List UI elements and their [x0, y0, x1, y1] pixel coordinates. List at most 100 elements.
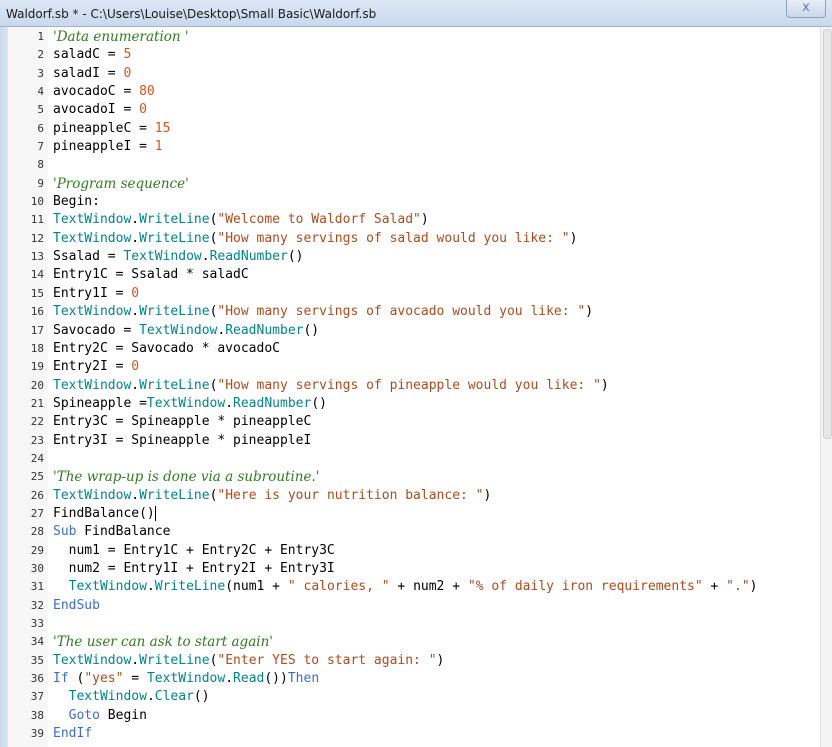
- scrollbar-thumb[interactable]: [823, 29, 832, 439]
- token-object: TextWindow: [146, 671, 226, 687]
- token-plain: (: [68, 671, 85, 687]
- code-text: Entry1C = Ssalad * saladC: [53, 266, 249, 284]
- window-frame-left: [0, 27, 8, 747]
- line-number: 24: [30, 451, 44, 465]
- token-object: TextWindow: [68, 689, 147, 705]
- close-icon: x: [802, 0, 810, 15]
- token-keyword: EndSub: [53, 597, 100, 613]
- code-text: FindBalance(): [53, 505, 156, 523]
- token-object: WriteLine: [154, 579, 226, 595]
- code-text: EndIf: [53, 725, 92, 743]
- token-keyword: Goto: [68, 707, 100, 723]
- token-plain: ): [420, 212, 429, 228]
- token-object: WriteLine: [139, 487, 210, 503]
- code-text: Spineapple =TextWindow.ReadNumber(): [53, 395, 327, 413]
- line-number: 19: [30, 360, 44, 374]
- token-plain: (): [193, 689, 210, 705]
- token-plain: .: [131, 652, 140, 668]
- token-plain: saladC =: [53, 47, 124, 63]
- token-plain: Begin:: [53, 194, 100, 210]
- token-object: ReadNumber: [209, 249, 288, 265]
- token-keyword: Then: [287, 671, 320, 687]
- window-title: Waldorf.sb * - C:\Users\Louise\Desktop\S…: [6, 7, 377, 21]
- code-text: 'Program sequence': [53, 175, 189, 194]
- token-object: Read: [233, 671, 265, 687]
- token-plain: (): [287, 249, 304, 265]
- token-plain: ): [569, 230, 578, 246]
- token-plain: ()): [264, 671, 288, 687]
- line-number: 36: [30, 672, 44, 686]
- line-number: 2: [37, 48, 44, 62]
- vertical-scrollbar[interactable]: [820, 27, 832, 747]
- token-object: TextWindow: [53, 377, 132, 393]
- token-keyword: Sub: [53, 524, 77, 540]
- token-plain: Entry3C = Spineapple * pineappleC: [53, 414, 312, 430]
- token-number: 80: [139, 84, 155, 100]
- token-plain: .: [225, 671, 234, 687]
- token-plain: Savocado =: [53, 322, 140, 338]
- line-number: 38: [30, 708, 44, 722]
- token-plain: .: [131, 304, 140, 320]
- line-number: 20: [30, 378, 44, 392]
- token-plain: ): [585, 304, 594, 320]
- line-number: 25: [30, 470, 44, 484]
- code-text: Entry2I = 0: [53, 358, 139, 376]
- line-number: 39: [30, 727, 44, 741]
- token-comment: 'The wrap-up is done via a subroutine.': [53, 469, 320, 486]
- token-object: TextWindow: [68, 579, 147, 595]
- code-text: saladI = 0: [53, 65, 131, 83]
- code-text: Entry3C = Spineapple * pineappleC: [53, 413, 311, 431]
- token-number: 0: [131, 285, 140, 301]
- code-text: EndSub: [53, 597, 100, 615]
- code-text: TextWindow.WriteLine("How many servings …: [53, 230, 577, 248]
- token-plain: ): [749, 579, 758, 595]
- token-number: 0: [123, 65, 132, 81]
- token-string: "Here is your nutrition balance: ": [217, 487, 484, 503]
- token-plain: (): [311, 395, 327, 411]
- line-number: 17: [30, 323, 44, 337]
- line-number: 31: [30, 580, 44, 594]
- token-plain: .: [146, 689, 155, 705]
- code-text: Entry3I = Spineapple * pineappleI: [53, 432, 311, 450]
- line-number: 9: [37, 176, 44, 190]
- line-number: 35: [30, 653, 44, 667]
- line-number: 21: [30, 396, 44, 410]
- token-plain: ): [483, 487, 492, 503]
- code-text: pineappleI = 1: [53, 138, 163, 156]
- token-plain: FindBalance: [76, 524, 171, 540]
- code-text: TextWindow.WriteLine(num1 + " calories, …: [53, 578, 758, 596]
- code-text: Sub FindBalance: [53, 523, 170, 541]
- token-plain: saladI =: [53, 65, 124, 81]
- line-number: 8: [37, 158, 44, 172]
- token-string: "Enter YES to start again: ": [217, 652, 437, 668]
- line-number: 7: [37, 140, 44, 154]
- token-plain: avocadoI =: [53, 102, 140, 118]
- code-text: If ("yes" = TextWindow.Read())Then: [53, 670, 319, 688]
- token-comment: 'The user can ask to start again': [53, 634, 273, 651]
- code-text: TextWindow.WriteLine("Here is your nutri…: [53, 487, 491, 505]
- token-object: WriteLine: [139, 377, 210, 393]
- line-number: 12: [30, 231, 44, 245]
- token-string: "yes": [84, 671, 124, 687]
- code-text: Begin:: [53, 193, 100, 211]
- token-object: Clear: [154, 689, 194, 705]
- token-object: TextWindow: [53, 304, 132, 320]
- code-text: Entry2C = Savocado * avocadoC: [53, 340, 280, 358]
- token-plain: FindBalance(): [53, 505, 155, 521]
- token-plain: Spineapple =: [53, 395, 147, 411]
- code-text: TextWindow.WriteLine("How many servings …: [53, 303, 593, 321]
- line-number: 11: [30, 213, 44, 227]
- code-text: 'Data enumeration ': [53, 28, 189, 47]
- token-plain: Entry2I =: [53, 359, 132, 375]
- close-button[interactable]: x: [786, 0, 826, 18]
- line-number: 3: [37, 66, 44, 80]
- token-plain: .: [146, 579, 155, 595]
- token-object: WriteLine: [139, 652, 210, 668]
- line-number: 27: [30, 506, 44, 520]
- code-text: Ssalad = TextWindow.ReadNumber(): [53, 248, 304, 266]
- token-plain: .: [131, 230, 140, 246]
- token-plain: pineappleC =: [53, 120, 155, 136]
- token-object: TextWindow: [123, 249, 202, 265]
- code-text: TextWindow.WriteLine("Enter YES to start…: [53, 652, 444, 670]
